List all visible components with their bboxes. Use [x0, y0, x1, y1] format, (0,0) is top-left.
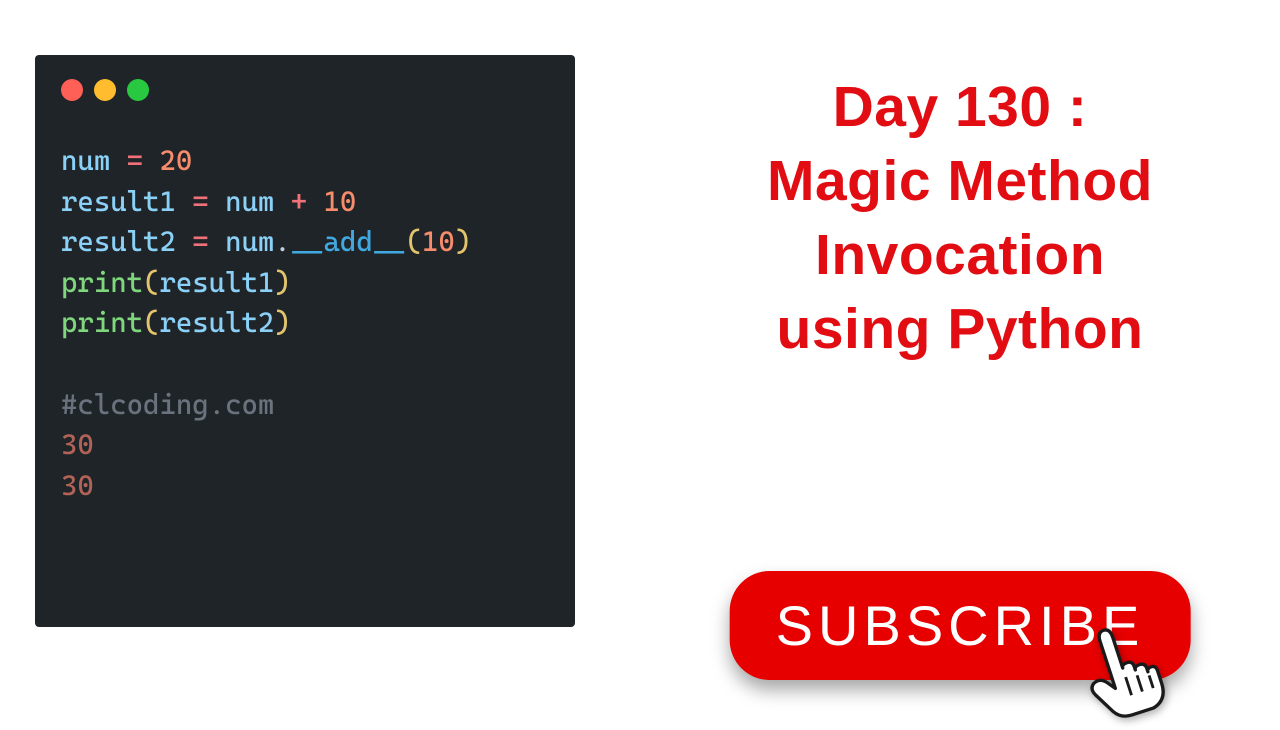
code-var: result1 — [61, 185, 176, 218]
title-line: Magic Method — [767, 144, 1153, 218]
title-line: using Python — [767, 292, 1153, 366]
code-paren: ( — [406, 225, 422, 258]
title-line: Day 130 : — [767, 70, 1153, 144]
code-output: 30 — [61, 428, 94, 461]
code-arg: result1 — [159, 266, 274, 299]
code-block: num = 20 result1 = num + 10 result2 = nu… — [61, 141, 549, 506]
code-paren: ) — [274, 306, 290, 339]
code-func: print — [61, 266, 143, 299]
code-op: = — [176, 185, 225, 218]
maximize-icon — [127, 79, 149, 101]
code-window: num = 20 result1 = num + 10 result2 = nu… — [35, 55, 575, 627]
left-panel: num = 20 result1 = num + 10 result2 = nu… — [0, 0, 640, 720]
page-title: Day 130 : Magic Method Invocation using … — [767, 70, 1153, 366]
minimize-icon — [94, 79, 116, 101]
code-var: num — [225, 185, 274, 218]
code-func: print — [61, 306, 143, 339]
code-op: = — [110, 144, 159, 177]
code-num: 10 — [422, 225, 455, 258]
code-dot: . — [274, 225, 290, 258]
code-op: + — [274, 185, 323, 218]
subscribe-button[interactable]: SUBSCRIBE — [730, 571, 1191, 680]
code-num: 10 — [324, 185, 357, 218]
subscribe-container: SUBSCRIBE — [730, 571, 1191, 680]
window-dots — [61, 79, 549, 101]
code-paren: ( — [143, 306, 159, 339]
code-var: num — [61, 144, 110, 177]
code-var: result2 — [61, 225, 176, 258]
code-method: __add__ — [291, 225, 406, 258]
code-paren: ) — [455, 225, 471, 258]
title-line: Invocation — [767, 218, 1153, 292]
code-arg: result2 — [159, 306, 274, 339]
close-icon — [61, 79, 83, 101]
right-panel: Day 130 : Magic Method Invocation using … — [640, 0, 1280, 720]
code-comment: #clcoding.com — [61, 388, 274, 421]
code-paren: ) — [274, 266, 290, 299]
code-var: num — [225, 225, 274, 258]
code-paren: ( — [143, 266, 159, 299]
code-output: 30 — [61, 469, 94, 502]
code-op: = — [176, 225, 225, 258]
code-num: 20 — [159, 144, 192, 177]
